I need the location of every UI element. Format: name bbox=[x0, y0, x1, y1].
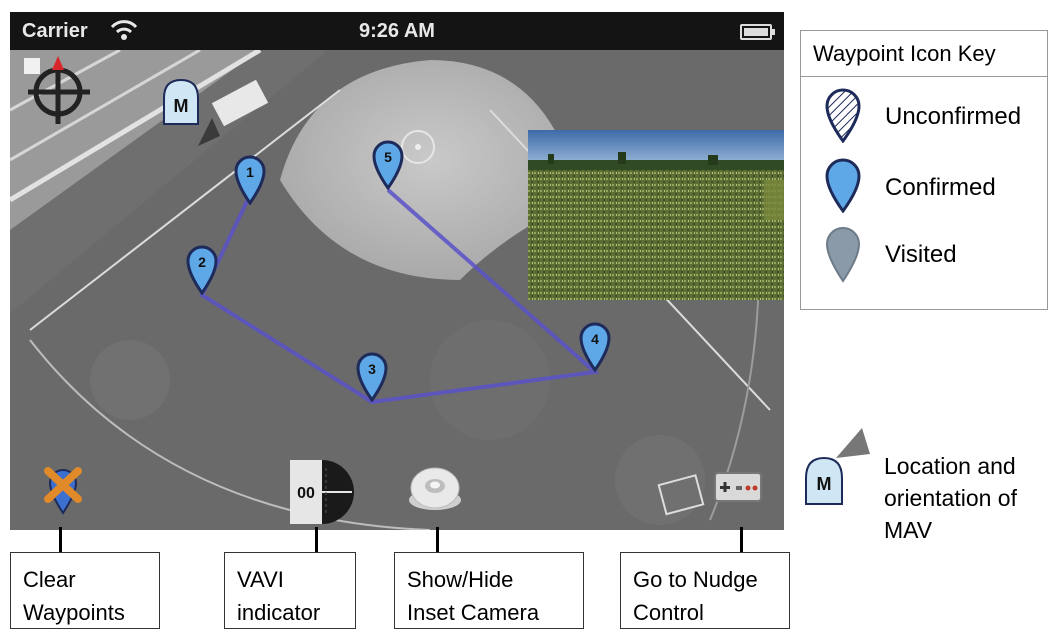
callout-clear-waypoints: Clear Waypoints bbox=[10, 552, 160, 629]
confirmed-waypoint-icon bbox=[823, 157, 863, 218]
visited-waypoint-icon bbox=[823, 225, 863, 290]
mav-legend-icon: M bbox=[800, 420, 880, 515]
camera-toggle-button[interactable] bbox=[406, 464, 464, 519]
status-time: 9:26 AM bbox=[359, 20, 435, 42]
key-label-visited: Visited bbox=[885, 241, 957, 268]
callout-line bbox=[740, 527, 743, 553]
key-label-unconfirmed: Unconfirmed bbox=[885, 103, 1022, 130]
callout-text: Clear bbox=[23, 567, 76, 592]
mav-legend-line: MAV bbox=[884, 517, 933, 543]
callout-text: indicator bbox=[237, 600, 321, 625]
key-title: Waypoint Icon Key bbox=[801, 31, 1048, 77]
nudge-control-button[interactable] bbox=[714, 472, 762, 507]
waypoint-1-label: 1 bbox=[246, 164, 254, 180]
waypoint-2-label: 2 bbox=[198, 254, 206, 270]
callout-line bbox=[315, 527, 318, 553]
inset-camera-view[interactable] bbox=[528, 130, 784, 300]
waypoint-4[interactable]: 4 bbox=[577, 320, 613, 377]
waypoint-4-label: 4 bbox=[591, 331, 599, 347]
mav-legend-line: orientation of bbox=[884, 485, 1017, 511]
callout-vavi: VAVI indicator bbox=[224, 552, 356, 629]
mav-legend-label: M bbox=[817, 474, 832, 494]
mav-marker-label: M bbox=[174, 96, 189, 116]
map-view[interactable]: M 1 2 3 4 5 00 bbox=[10, 50, 784, 530]
callout-text: Go to Nudge bbox=[633, 567, 758, 592]
callout-camera: Show/Hide Inset Camera bbox=[394, 552, 584, 629]
battery-icon bbox=[740, 24, 775, 40]
mav-legend-line: Location and bbox=[884, 453, 1016, 479]
callout-line bbox=[59, 527, 62, 553]
compass-icon[interactable] bbox=[20, 54, 100, 139]
callout-text: Control bbox=[633, 600, 704, 625]
vavi-value: 00 bbox=[297, 485, 315, 502]
status-bar: Carrier 9:26 AM bbox=[10, 12, 784, 50]
callout-text: VAVI bbox=[237, 567, 284, 592]
clear-waypoints-button[interactable] bbox=[40, 463, 86, 520]
vavi-indicator[interactable]: 00 bbox=[290, 460, 354, 529]
mav-marker: M bbox=[160, 74, 230, 159]
waypoint-5[interactable]: 5 bbox=[370, 138, 406, 195]
key-label-confirmed: Confirmed bbox=[885, 174, 996, 201]
callout-nudge: Go to Nudge Control bbox=[620, 552, 790, 629]
ipad-screen: Carrier 9:26 AM M 1 2 3 4 5 00 bbox=[10, 12, 784, 530]
waypoint-2[interactable]: 2 bbox=[184, 243, 220, 300]
callout-text: Inset Camera bbox=[407, 600, 540, 625]
waypoint-3[interactable]: 3 bbox=[354, 350, 390, 407]
waypoint-5-label: 5 bbox=[384, 149, 392, 165]
mav-legend-text: Location and orientation of MAV bbox=[884, 450, 1017, 546]
waypoint-icon-key: Waypoint Icon Key Unconfirmed Confirmed … bbox=[800, 30, 1048, 310]
waypoint-1[interactable]: 1 bbox=[232, 153, 268, 210]
callout-line bbox=[436, 527, 439, 553]
unconfirmed-waypoint-icon bbox=[823, 87, 863, 148]
callout-text: Waypoints bbox=[23, 600, 125, 625]
waypoint-3-label: 3 bbox=[368, 361, 376, 377]
callout-text: Show/Hide bbox=[407, 567, 514, 592]
